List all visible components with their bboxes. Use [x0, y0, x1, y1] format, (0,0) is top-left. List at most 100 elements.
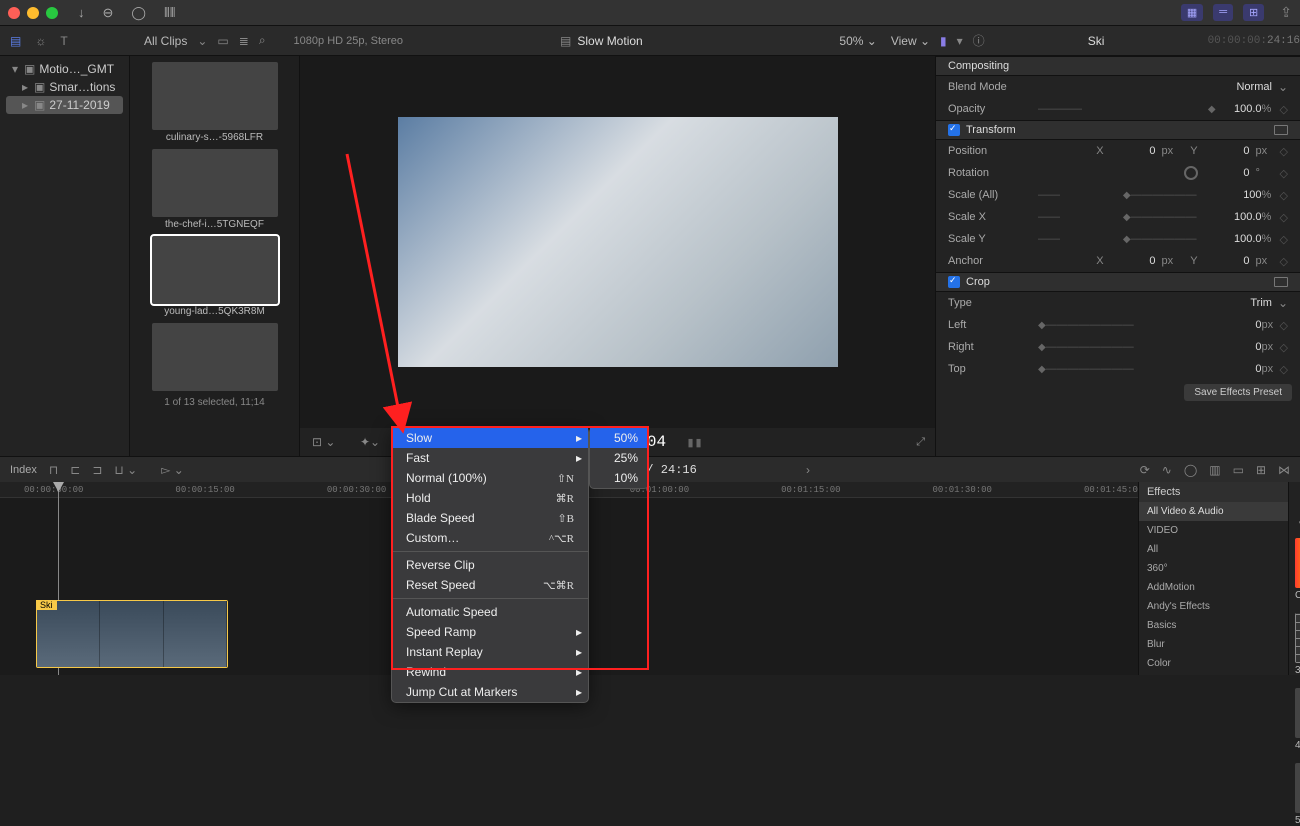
effects-category[interactable]: All Video & Audio — [1139, 502, 1288, 521]
clips-filter-dropdown[interactable]: All Clips — [144, 34, 187, 48]
select-tool-icon[interactable]: ▻ ⌄ — [161, 463, 184, 477]
effect-item[interactable]: 3D Axis — [1295, 613, 1300, 676]
fullscreen-viewer-icon[interactable]: ⤢ — [916, 436, 925, 449]
arrange-button-2[interactable]: ═ — [1213, 4, 1233, 21]
crop-left-row[interactable]: Left ◆―――――――― 0px◇ — [936, 314, 1300, 336]
media-icon[interactable]: ⦀⦀ — [164, 5, 175, 21]
retime-rewind[interactable]: Rewind▸ — [392, 662, 588, 682]
transform-onscreen-icon[interactable] — [1274, 125, 1288, 135]
scale-y-row[interactable]: Scale Y ――◆―――――― 100.0%◇ — [936, 228, 1300, 250]
skimming-icon[interactable]: ⟳ — [1140, 463, 1150, 477]
save-effects-preset-button[interactable]: Save Effects Preset — [1184, 384, 1292, 401]
effect-item[interactable]: Color Board — [1295, 538, 1300, 601]
insert-clip-icon[interactable]: ⊏ — [70, 463, 80, 477]
timeline-options-icon[interactable]: ⊞ — [1256, 463, 1266, 477]
share-icon[interactable]: ⇪ — [1280, 4, 1292, 21]
arrange-button-1[interactable]: ▦ — [1181, 4, 1203, 21]
audio-inspector-icon[interactable]: ▾ — [957, 34, 963, 48]
scale-x-row[interactable]: Scale X ――◆―――――― 100.0%◇ — [936, 206, 1300, 228]
blend-mode-row[interactable]: Blend Mode Normal⌄ — [936, 76, 1300, 98]
rotation-row[interactable]: Rotation 0°◇ — [936, 162, 1300, 184]
effects-category[interactable]: VIDEO — [1139, 521, 1288, 540]
effects-category[interactable]: Color — [1139, 654, 1288, 673]
compositing-header[interactable]: Compositing — [936, 56, 1300, 76]
crop-top-row[interactable]: Top ◆―――――――― 0px◇ — [936, 358, 1300, 380]
anchor-row[interactable]: Anchor X0px Y0px◇ — [936, 250, 1300, 272]
solo-icon[interactable]: ◯ — [1184, 463, 1197, 477]
effect-item[interactable]: 4x3 to 16x9 — [1295, 688, 1300, 751]
effects-category[interactable]: Basics — [1139, 616, 1288, 635]
index-button[interactable]: Index — [10, 464, 37, 476]
transform-checkbox[interactable] — [948, 124, 960, 136]
crop-checkbox[interactable] — [948, 276, 960, 288]
import-icon[interactable]: ↓ — [78, 5, 85, 21]
effects-category[interactable]: Andy's Effects — [1139, 597, 1288, 616]
browser-clip-thumb[interactable]: the-chef-i…5TGNEQF — [152, 149, 278, 230]
inspector-clip-name: Ski — [995, 34, 1198, 48]
effects-category[interactable]: AddMotion — [1139, 578, 1288, 597]
retime-fast[interactable]: Fast▸ — [392, 448, 588, 468]
retime-reset[interactable]: Reset Speed⌥⌘R — [392, 575, 588, 595]
effects-category[interactable]: 360° — [1139, 559, 1288, 578]
append-clip-icon[interactable]: ⊐ — [92, 463, 102, 477]
search-icon[interactable]: ⌕ — [259, 33, 266, 48]
transform-header[interactable]: Transform — [936, 120, 1300, 140]
slow-25[interactable]: 25% — [590, 448, 648, 468]
background-tasks-icon[interactable]: ◯ — [131, 5, 146, 21]
retime-jump[interactable]: Jump Cut at Markers▸ — [392, 682, 588, 702]
scale-all-row[interactable]: Scale (All) ――◆―――――― 100%◇ — [936, 184, 1300, 206]
crop-right-row[interactable]: Right ◆―――――――― 0px◇ — [936, 336, 1300, 358]
timeline-clip-ski[interactable]: Ski — [36, 600, 228, 668]
retime-auto[interactable]: Automatic Speed — [392, 602, 588, 622]
retime-normal[interactable]: Normal (100%)⇧N — [392, 468, 588, 488]
browser-clip-thumb[interactable]: young-lad…5QK3R8M — [152, 236, 278, 317]
connect-clip-icon[interactable]: ⊓ — [49, 463, 58, 477]
timeline-nav-right-icon[interactable]: › — [806, 463, 810, 477]
browser-clip-thumb[interactable] — [152, 323, 278, 393]
close-window-button[interactable] — [8, 7, 20, 19]
library-item[interactable]: ▸▣27-11-2019 — [6, 96, 123, 114]
retime-ramp[interactable]: Speed Ramp▸ — [392, 622, 588, 642]
retime-reverse[interactable]: Reverse Clip — [392, 555, 588, 575]
position-row[interactable]: Position X0px Y0px◇ — [936, 140, 1300, 162]
crop-header[interactable]: Crop — [936, 272, 1300, 292]
list-icon[interactable]: ≣ — [239, 34, 249, 48]
viewer-view-dropdown[interactable]: View ⌄ — [891, 34, 930, 48]
opacity-row[interactable]: Opacity ――――◆ 100.0%◇ — [936, 98, 1300, 120]
titles-icon[interactable]: T — [60, 34, 67, 48]
info-inspector-icon[interactable]: ⓘ — [973, 32, 985, 49]
browser-clip-thumb[interactable]: culinary-s…-5968LFR — [152, 62, 278, 143]
slow-10[interactable]: 10% — [590, 468, 648, 488]
viewer-canvas[interactable] — [300, 56, 935, 428]
main-workspace: ▾▣Motio…_GMT▸▣Smar…tions▸▣27-11-2019 cul… — [0, 56, 1300, 456]
retime-slow[interactable]: Slow▸ — [392, 428, 588, 448]
video-inspector-icon[interactable]: ▮ — [940, 34, 947, 48]
crop-type-row[interactable]: Type Trim⌄ — [936, 292, 1300, 314]
timeline-search-icon[interactable]: ⋈ — [1278, 463, 1290, 477]
crop-onscreen-icon[interactable] — [1274, 277, 1288, 287]
overwrite-clip-icon[interactable]: ⊔ ⌄ — [114, 463, 137, 477]
filmstrip-icon[interactable]: ▭ — [217, 34, 228, 48]
effects-category[interactable]: All — [1139, 540, 1288, 559]
library-item[interactable]: ▸▣Smar…tions — [6, 78, 123, 96]
effect-item[interactable]: 50s TV — [1295, 763, 1300, 826]
lane-icon[interactable]: ▭ — [1233, 463, 1244, 477]
photos-icon[interactable]: ☼ — [35, 34, 46, 48]
crop-tool-icon[interactable]: ⊡ ⌄ — [312, 435, 335, 449]
effects-category[interactable]: Blur — [1139, 635, 1288, 654]
retime-blade[interactable]: Blade Speed⇧B — [392, 508, 588, 528]
viewer-zoom-dropdown[interactable]: 50% ⌄ — [839, 34, 876, 48]
retime-custom[interactable]: Custom…^⌥R — [392, 528, 588, 548]
library-item[interactable]: ▾▣Motio…_GMT — [6, 60, 123, 78]
fullscreen-window-button[interactable] — [46, 7, 58, 19]
retime-instant[interactable]: Instant Replay▸ — [392, 642, 588, 662]
library-icon[interactable]: ▤ — [10, 34, 21, 48]
enhance-icon[interactable]: ✦⌄ — [360, 435, 380, 449]
minimize-window-button[interactable] — [27, 7, 39, 19]
audio-skim-icon[interactable]: ∿ — [1162, 463, 1172, 477]
retime-hold[interactable]: Hold⌘R — [392, 488, 588, 508]
keyword-icon[interactable]: ⊖ — [103, 5, 114, 21]
arrange-button-3[interactable]: ⊞ — [1243, 4, 1264, 21]
snap-icon[interactable]: ▥ — [1209, 463, 1220, 477]
slow-50[interactable]: 50% — [590, 428, 648, 448]
